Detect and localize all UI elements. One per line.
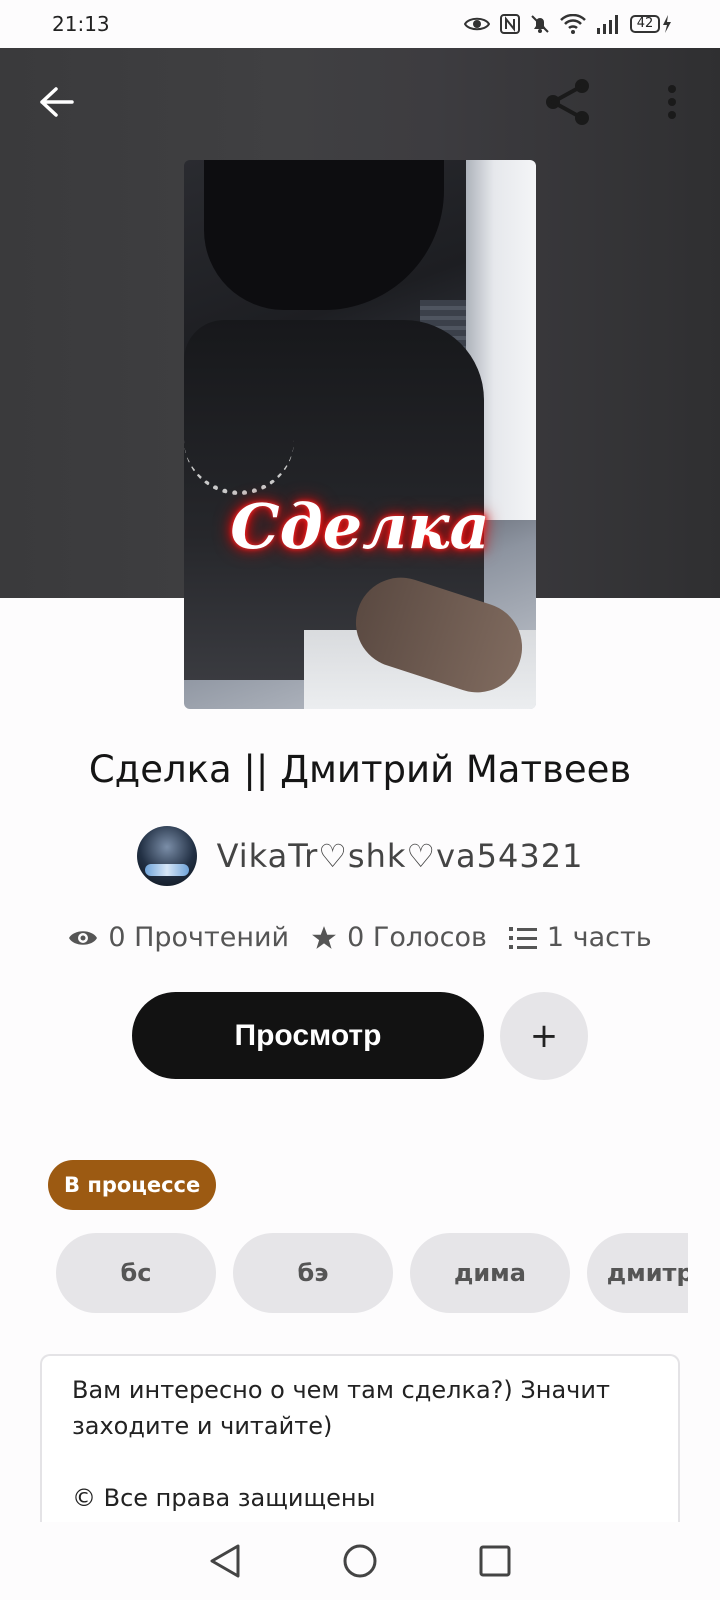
nfc-icon — [500, 14, 520, 34]
bell-off-icon — [531, 15, 549, 33]
reads-count: 0 Прочтений — [108, 922, 290, 953]
author-row[interactable]: VikaTr♡shk♡va54321 — [0, 826, 720, 886]
more-vertical-icon — [668, 85, 676, 119]
wifi-icon — [560, 14, 586, 34]
status-time: 21:13 — [52, 12, 110, 36]
tag-chip[interactable]: дмитрий — [587, 1233, 688, 1313]
book-cover: Сделка — [184, 160, 536, 709]
parts-stat[interactable]: 1 часть — [508, 922, 652, 953]
status-bar: 21:13 42 — [0, 0, 720, 48]
tag-chip[interactable]: бс — [56, 1233, 216, 1313]
eye-icon — [464, 17, 490, 31]
battery-icon: 42 — [630, 15, 672, 33]
battery-level: 42 — [630, 15, 660, 33]
book-title: Сделка || Дмитрий Матвеев — [88, 748, 632, 791]
add-to-library-button[interactable]: + — [500, 992, 588, 1080]
arrow-left-icon — [40, 87, 74, 117]
tag-chip[interactable]: бэ — [233, 1233, 393, 1313]
status-badge: В процессе — [48, 1160, 217, 1210]
reads-stat: 0 Прочтений — [68, 922, 289, 953]
votes-count: 0 Голосов — [347, 922, 487, 953]
author-avatar[interactable] — [136, 826, 197, 886]
nav-back-icon[interactable] — [208, 1543, 242, 1579]
tag-list[interactable]: бс бэ дима дмитрий — [56, 1233, 688, 1313]
system-nav-bar — [0, 1522, 720, 1600]
author-name[interactable]: VikaTr♡shk♡va54321 — [217, 837, 584, 875]
nav-recents-icon[interactable] — [478, 1544, 512, 1578]
nav-home-icon[interactable] — [342, 1543, 378, 1579]
plus-icon: + — [529, 1016, 559, 1056]
cover-title: Сделка — [230, 490, 490, 563]
parts-count: 1 часть — [546, 922, 652, 953]
copyright-text: © Все права защищены — [72, 1484, 376, 1512]
description-text: Вам интересно о чем там сделка?) Значит … — [72, 1376, 610, 1440]
tag-chip[interactable]: дима — [410, 1233, 570, 1313]
status-icons: 42 — [464, 14, 672, 34]
back-button[interactable] — [26, 72, 86, 132]
share-icon — [546, 79, 589, 125]
share-button[interactable] — [538, 72, 598, 132]
story-stats: 0 Прочтений 0 Голосов 1 часть — [0, 922, 720, 953]
more-button[interactable] — [642, 72, 702, 132]
signal-icon — [597, 15, 618, 34]
eye-icon — [69, 930, 98, 945]
read-button[interactable]: Просмотр — [132, 992, 484, 1079]
votes-stat: 0 Голосов — [311, 922, 487, 953]
star-icon — [312, 925, 337, 949]
list-icon — [508, 926, 537, 949]
charging-icon — [663, 15, 671, 33]
